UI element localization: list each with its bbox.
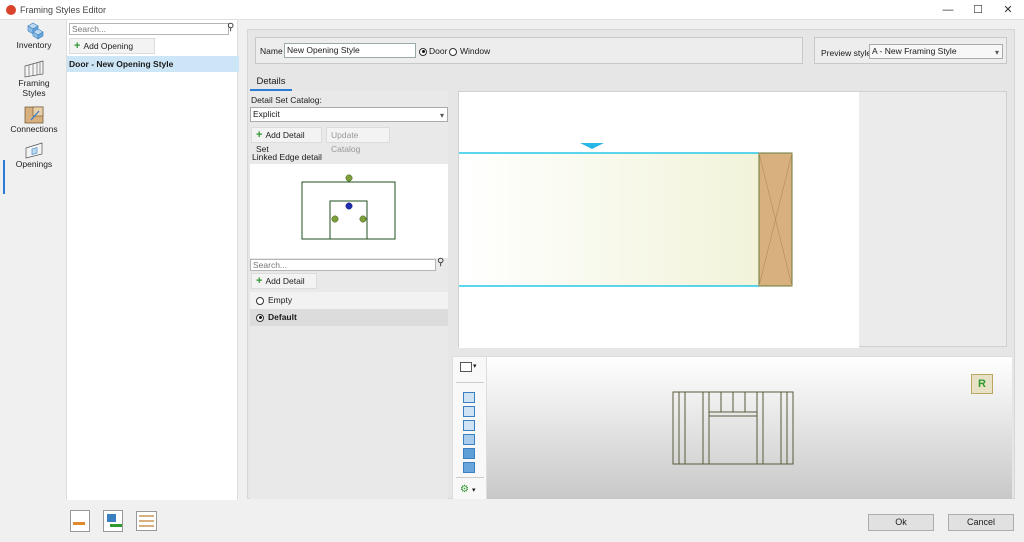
dropdown-value: Explicit (253, 109, 280, 119)
chevron-down-icon[interactable]: ▾ (472, 486, 476, 494)
view-back-icon[interactable] (463, 406, 475, 417)
view-toolbar: ▾ ⚙ ▾ (453, 357, 487, 499)
radio-dot-icon (419, 47, 427, 56)
detail-2d-preview[interactable] (459, 92, 859, 348)
list-view-icon[interactable] (136, 511, 157, 531)
divider (456, 382, 484, 383)
view-front-icon[interactable] (463, 392, 475, 403)
door-radio[interactable]: Door (419, 46, 447, 56)
plus-icon: + (74, 40, 81, 52)
button-label: Add Detail (265, 276, 305, 286)
add-detail-button[interactable]: + Add Detail (251, 273, 317, 289)
detail-preview-frame (458, 91, 1007, 348)
dropdown-value: A - New Framing Style (872, 46, 957, 56)
title-bar: Framing Styles Editor — ☐ ✕ (0, 0, 1024, 20)
add-opening-style-button[interactable]: +Add Opening Style (69, 38, 155, 65)
detail-search-input[interactable]: Search... (250, 259, 436, 271)
radio-label: Window (460, 46, 491, 56)
catalog-label: Detail Set Catalog: (251, 95, 322, 105)
framing-styles-icon (24, 60, 44, 78)
catalog-dropdown[interactable]: Explicit ▾ (250, 107, 448, 122)
update-catalog-button[interactable]: Update Catalog (326, 127, 390, 154)
app-logo-icon (6, 5, 16, 15)
preview-style-group: Preview style: A - New Framing Style ▾ (814, 37, 1007, 64)
chevron-down-icon: ▾ (439, 111, 444, 120)
close-button[interactable]: ✕ (993, 2, 1023, 18)
name-group: Name New Opening Style Door Window (255, 37, 803, 64)
import-icon[interactable] (70, 510, 90, 532)
option-label: Empty (268, 295, 293, 305)
linked-edge-label: Linked Edge detail (252, 152, 322, 162)
window-title: Framing Styles Editor (20, 5, 107, 15)
chevron-down-icon[interactable]: ▾ (473, 362, 477, 370)
nav-label: Inventory (16, 40, 52, 50)
cube-view-icon[interactable] (460, 362, 472, 372)
search-icon[interactable]: ⚲ (437, 257, 444, 268)
connections-icon (24, 106, 44, 124)
divider (456, 477, 484, 478)
view-cube-badge[interactable]: R (971, 374, 993, 394)
radio-dot-icon (256, 313, 264, 322)
style-list-item[interactable]: Door - New Opening Style (67, 56, 239, 72)
radio-label: Door (429, 46, 448, 56)
left-nav: Inventory Framing Styles Connections Ope… (0, 20, 65, 500)
preview-style-dropdown[interactable]: A - New Framing Style ▾ (869, 44, 1003, 59)
add-detail-set-button[interactable]: + Add Detail Set (251, 127, 322, 154)
linked-edge-preview (250, 164, 448, 258)
preview-3d-frame: ▾ ⚙ ▾ R (452, 356, 1012, 499)
inventory-icon (27, 22, 44, 40)
nav-label: Openings (15, 159, 53, 169)
wall-frame-3d (672, 391, 794, 465)
export-icon[interactable] (103, 510, 123, 532)
maximize-button[interactable]: ☐ (963, 2, 993, 18)
nav-label: Framing Styles (18, 78, 50, 98)
view-top-icon[interactable] (463, 448, 475, 459)
nav-item-connections[interactable]: Connections (4, 106, 64, 140)
button-label: Add Detail Set (256, 130, 305, 154)
tab-details[interactable]: Details (250, 75, 292, 91)
name-label: Name (260, 46, 283, 56)
plus-icon: + (256, 129, 263, 141)
window-radio[interactable]: Window (449, 46, 490, 56)
nav-item-framing-styles[interactable]: Framing Styles (4, 60, 64, 106)
nav-item-inventory[interactable]: Inventory (4, 22, 64, 56)
preview-3d-viewport[interactable]: R (487, 357, 1012, 499)
option-label: Default (268, 312, 297, 322)
radio-dot-icon (256, 296, 264, 305)
chevron-down-icon: ▾ (994, 48, 999, 57)
radio-dot-icon (449, 47, 457, 56)
view-left-icon[interactable] (463, 420, 475, 431)
detail-option-empty[interactable]: Empty (250, 292, 448, 309)
preview-style-label: Preview style: (821, 48, 874, 58)
view-right-icon[interactable] (463, 434, 475, 445)
search-icon[interactable]: ⚲ (227, 22, 234, 33)
detail-option-default[interactable]: Default (250, 309, 448, 326)
details-panel: Detail Set Catalog: Explicit ▾ + Add Deta… (250, 91, 448, 499)
style-search-input[interactable]: Search... (69, 23, 229, 35)
styles-panel: Search... ⚲ +Add Opening Style Door - Ne… (66, 20, 239, 500)
openings-icon (25, 142, 43, 159)
ok-button[interactable]: Ok (868, 514, 934, 531)
nav-item-openings[interactable]: Openings (4, 141, 64, 175)
cancel-button[interactable]: Cancel (948, 514, 1014, 531)
settings-gear-icon[interactable]: ⚙ (460, 484, 469, 495)
nav-label: Connections (10, 124, 58, 134)
view-bottom-icon[interactable] (463, 462, 475, 473)
linked-edge-diagram (301, 174, 396, 240)
minimize-button[interactable]: — (933, 2, 963, 18)
plus-icon: + (256, 275, 263, 287)
name-input[interactable]: New Opening Style (284, 43, 416, 58)
bottom-toolbar: Ok Cancel (0, 500, 1024, 542)
